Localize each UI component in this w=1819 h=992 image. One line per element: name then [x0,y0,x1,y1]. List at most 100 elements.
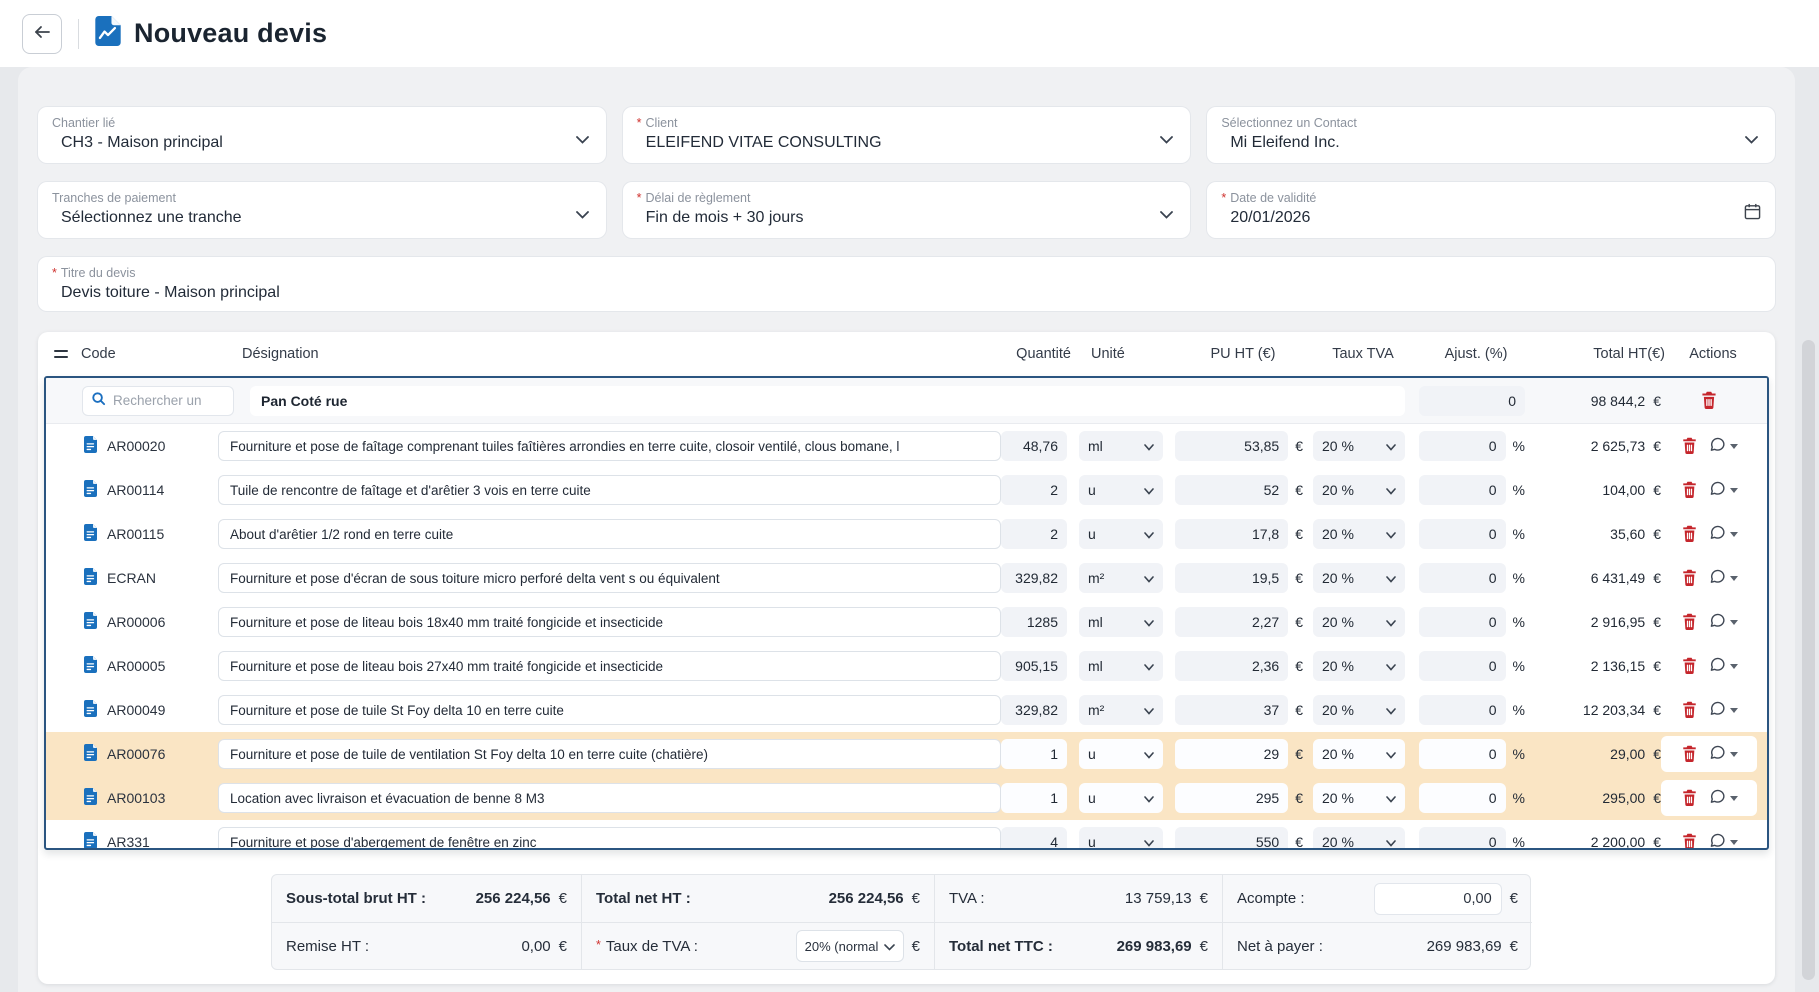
section-title-input[interactable]: Pan Coté rue [250,386,1405,416]
tva-select[interactable]: 20 % [1313,739,1405,769]
designation-input[interactable]: Tuile de rencontre de faîtage et d'arêti… [218,475,1001,505]
comment-button[interactable] [1709,700,1738,720]
designation-input[interactable]: About d'arêtier 1/2 rond en terre cuite [218,519,1001,549]
taux-tva-select[interactable]: 20% (normal [796,930,904,962]
comment-button[interactable] [1709,480,1738,500]
designation-input[interactable]: Fourniture et pose de liteau bois 18x40 … [218,607,1001,637]
unit-select[interactable]: m² [1079,563,1163,593]
unit-select[interactable]: ml [1079,607,1163,637]
ajust-input[interactable]: 0 [1419,563,1506,593]
date-validite-field[interactable]: *Date de validité 20/01/2026 [1207,182,1775,238]
acompte-input[interactable]: 0,00 [1374,883,1502,915]
pu-input[interactable]: 53,85 [1175,431,1288,461]
search-input[interactable]: Rechercher un [82,386,234,416]
delete-row-button[interactable] [1681,613,1698,631]
delete-row-button[interactable] [1681,701,1698,719]
chantier-field[interactable]: *Chantier lié CH3 - Maison principal [38,107,606,163]
ajust-input[interactable]: 0 [1419,827,1506,850]
unit-select[interactable]: u [1079,475,1163,505]
ajust-input[interactable]: 0 [1419,739,1506,769]
qty-input[interactable]: 2 [1001,519,1067,549]
tva-select[interactable]: 20 % [1313,475,1405,505]
pu-input[interactable]: 550 [1175,827,1288,850]
pu-input[interactable]: 2,36 [1175,651,1288,681]
delai-field[interactable]: *Délai de règlement Fin de mois + 30 jou… [623,182,1191,238]
ajust-input[interactable]: 0 [1419,651,1506,681]
qty-input[interactable]: 1 [1001,783,1067,813]
pu-input[interactable]: 2,27 [1175,607,1288,637]
comment-button[interactable] [1709,568,1738,588]
designation-input[interactable]: Fourniture et pose d'abergement de fenêt… [218,827,1001,850]
delete-section-button[interactable] [1700,391,1718,410]
delete-row-button[interactable] [1681,437,1698,455]
comment-button[interactable] [1709,612,1738,632]
tva-select[interactable]: 20 % [1313,783,1405,813]
contact-field[interactable]: *Sélectionnez un Contact Mi Eleifend Inc… [1207,107,1775,163]
comment-button[interactable] [1709,656,1738,676]
comment-button[interactable] [1709,788,1738,808]
row-code: AR00006 [107,614,165,630]
unit-select[interactable]: m² [1079,695,1163,725]
unit-select[interactable]: u [1079,827,1163,850]
qty-input[interactable]: 905,15 [1001,651,1067,681]
delete-row-button[interactable] [1681,833,1698,850]
unit-select[interactable]: u [1079,739,1163,769]
delete-row-button[interactable] [1681,481,1698,499]
pu-input[interactable]: 29 [1175,739,1288,769]
pu-input[interactable]: 19,5 [1175,563,1288,593]
delete-row-button[interactable] [1681,525,1698,543]
page-scrollbar[interactable] [1802,340,1815,980]
ajust-input[interactable]: 0 [1419,783,1506,813]
tva-select[interactable]: 20 % [1313,695,1405,725]
unit-select[interactable]: u [1079,519,1163,549]
tva-select[interactable]: 20 % [1313,431,1405,461]
unit-select[interactable]: ml [1079,651,1163,681]
designation-input[interactable]: Fourniture et pose de tuile St Foy delta… [218,695,1001,725]
delete-row-button[interactable] [1681,569,1698,587]
designation-input[interactable]: Fourniture et pose de tuile de ventilati… [218,739,1001,769]
ajust-input[interactable]: 0 [1419,431,1506,461]
drag-handle-icon[interactable] [54,350,68,358]
qty-input[interactable]: 48,76 [1001,431,1067,461]
client-field[interactable]: *Client ELEIFEND VITAE CONSULTING [623,107,1191,163]
section-ajust-input[interactable]: 0 [1419,386,1525,416]
back-button[interactable] [22,14,62,54]
ajust-input[interactable]: 0 [1419,519,1506,549]
pu-input[interactable]: 17,8 [1175,519,1288,549]
currency-symbol: € [559,938,567,955]
titre-devis-field[interactable]: *Titre du devis Devis toiture - Maison p… [38,257,1775,311]
tva-select[interactable]: 20 % [1313,607,1405,637]
currency-symbol: € [1295,482,1303,498]
unit-select[interactable]: ml [1079,431,1163,461]
tva-select[interactable]: 20 % [1313,651,1405,681]
tva-select[interactable]: 20 % [1313,827,1405,850]
comment-button[interactable] [1709,744,1738,764]
comment-button[interactable] [1709,436,1738,456]
qty-input[interactable]: 1 [1001,739,1067,769]
ajust-input[interactable]: 0 [1419,607,1506,637]
col-ajust: Ajust. (%) [1423,346,1529,362]
qty-input[interactable]: 2 [1001,475,1067,505]
delete-row-button[interactable] [1681,745,1698,763]
tva-select[interactable]: 20 % [1313,519,1405,549]
designation-input[interactable]: Fourniture et pose d'écran de sous toitu… [218,563,1001,593]
comment-button[interactable] [1709,524,1738,544]
pu-input[interactable]: 37 [1175,695,1288,725]
designation-input[interactable]: Location avec livraison et évacuation de… [218,783,1001,813]
qty-input[interactable]: 1285 [1001,607,1067,637]
qty-input[interactable]: 329,82 [1001,563,1067,593]
delete-row-button[interactable] [1681,789,1698,807]
tva-select[interactable]: 20 % [1313,563,1405,593]
ajust-input[interactable]: 0 [1419,475,1506,505]
designation-input[interactable]: Fourniture et pose de faîtage comprenant… [218,431,1001,461]
delete-row-button[interactable] [1681,657,1698,675]
ajust-input[interactable]: 0 [1419,695,1506,725]
pu-input[interactable]: 52 [1175,475,1288,505]
comment-button[interactable] [1709,832,1738,850]
pu-input[interactable]: 295 [1175,783,1288,813]
qty-input[interactable]: 4 [1001,827,1067,850]
qty-input[interactable]: 329,82 [1001,695,1067,725]
designation-input[interactable]: Fourniture et pose de liteau bois 27x40 … [218,651,1001,681]
unit-select[interactable]: u [1079,783,1163,813]
tranches-field[interactable]: *Tranches de paiement Sélectionnez une t… [38,182,606,238]
